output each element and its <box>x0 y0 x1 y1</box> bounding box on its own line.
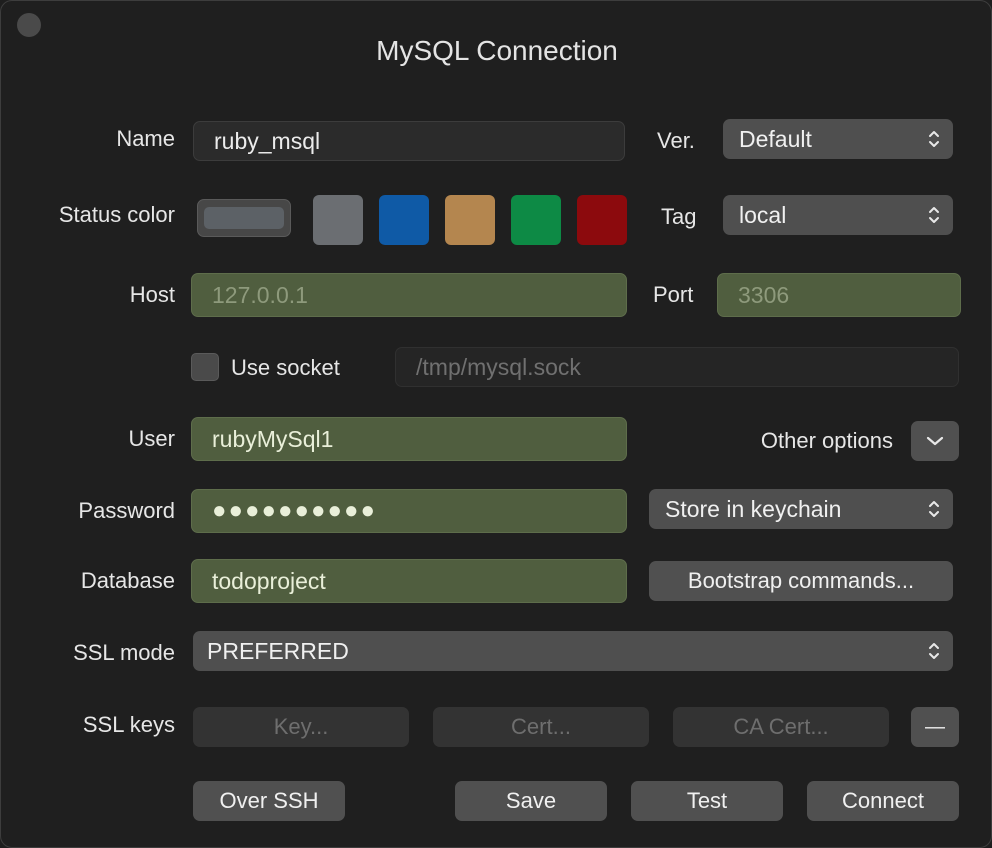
tag-label: Tag <box>661 204 697 229</box>
password-mask: ●●●●●●●●●● <box>212 497 377 524</box>
use-socket-label: Use socket <box>231 355 340 380</box>
select-chevrons-icon <box>929 131 939 147</box>
select-chevrons-icon <box>929 501 939 517</box>
database-input[interactable]: todoproject <box>191 559 627 603</box>
ssl-mode-value: PREFERRED <box>207 637 349 664</box>
version-select[interactable]: Default <box>723 119 953 159</box>
version-select-value: Default <box>739 125 812 152</box>
status-color-well[interactable] <box>197 199 291 237</box>
user-input-value: rubyMySql1 <box>212 425 334 452</box>
database-input-value: todoproject <box>212 567 326 594</box>
port-label: Port <box>653 282 694 307</box>
ssl-mode-label: SSL mode <box>73 640 175 665</box>
password-storage-select[interactable]: Store in keychain <box>649 489 953 529</box>
other-options-toggle[interactable] <box>911 421 959 461</box>
host-input-placeholder: 127.0.0.1 <box>212 281 308 308</box>
select-chevrons-icon <box>929 643 939 659</box>
other-options-label: Other options <box>760 428 893 453</box>
version-label: Ver. <box>657 128 695 153</box>
ssl-keys-label: SSL keys <box>82 712 175 737</box>
tag-select-value: local <box>739 201 787 228</box>
over-ssh-button[interactable]: Over SSH <box>193 781 345 821</box>
ssl-cert-button[interactable]: Cert... <box>433 707 649 747</box>
tag-select[interactable]: local <box>723 195 953 235</box>
ssl-key-button[interactable]: Key... <box>193 707 409 747</box>
color-swatch-gray[interactable] <box>313 195 363 245</box>
name-input[interactable]: ruby_msql <box>193 121 625 161</box>
user-input[interactable]: rubyMySql1 <box>191 417 627 461</box>
save-button[interactable]: Save <box>455 781 607 821</box>
use-socket-checkbox[interactable] <box>191 353 219 381</box>
bootstrap-commands-button[interactable]: Bootstrap commands... <box>649 561 953 601</box>
name-input-value: ruby_msql <box>214 127 321 154</box>
ssl-ca-cert-button[interactable]: CA Cert... <box>673 707 889 747</box>
close-window-button[interactable] <box>17 13 41 37</box>
color-swatch-red[interactable] <box>577 195 627 245</box>
socket-path-input[interactable]: /tmp/mysql.sock <box>395 347 959 387</box>
password-input[interactable]: ●●●●●●●●●● <box>191 489 627 533</box>
password-label: Password <box>78 498 175 523</box>
port-input-placeholder: 3306 <box>738 281 790 308</box>
window-title: MySQL Connection <box>376 35 618 66</box>
name-label: Name <box>116 126 175 151</box>
port-input[interactable]: 3306 <box>717 273 961 317</box>
host-input[interactable]: 127.0.0.1 <box>191 273 627 317</box>
test-button[interactable]: Test <box>631 781 783 821</box>
status-color-label: Status color <box>58 202 175 227</box>
socket-path-placeholder: /tmp/mysql.sock <box>416 353 581 380</box>
user-label: User <box>128 426 175 451</box>
color-swatch-orange[interactable] <box>445 195 495 245</box>
host-label: Host <box>129 282 175 307</box>
color-swatch-blue[interactable] <box>379 195 429 245</box>
database-label: Database <box>80 568 175 593</box>
chevron-down-icon <box>926 436 944 446</box>
password-storage-value: Store in keychain <box>665 495 842 522</box>
select-chevrons-icon <box>929 207 939 223</box>
connect-button[interactable]: Connect <box>807 781 959 821</box>
remove-ssl-keys-button[interactable]: — <box>911 707 959 747</box>
connection-window: MySQL Connection Name ruby_msql Ver. Def… <box>0 0 992 848</box>
selected-color-swatch <box>204 207 284 229</box>
ssl-mode-select[interactable]: PREFERRED <box>193 631 953 671</box>
color-swatch-green[interactable] <box>511 195 561 245</box>
